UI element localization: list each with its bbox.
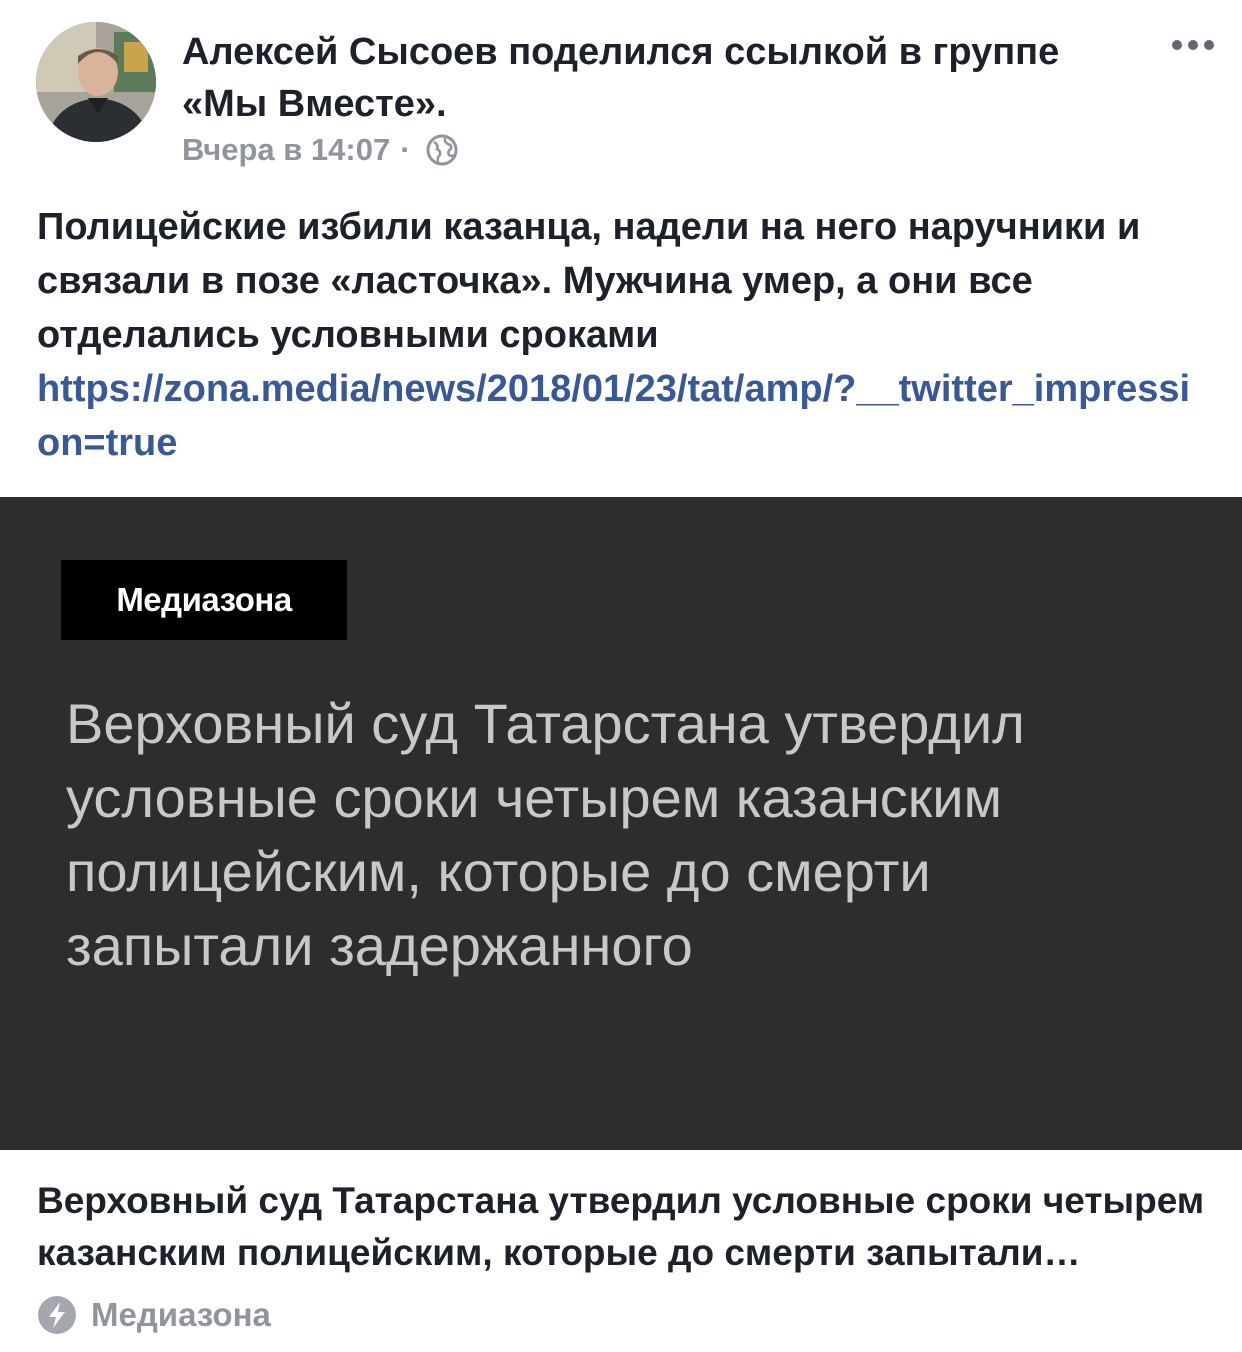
link-card-title[interactable]: Верховный суд Татарстана утвердил условн…	[37, 1175, 1207, 1279]
preview-headline: Верховный суд Татарстана утвердил условн…	[66, 692, 1025, 977]
meta-separator: ·	[400, 132, 411, 167]
post-meta: Вчера в 14:07 ·	[182, 128, 459, 172]
post-message: Полицейские избили казанца, надели на не…	[37, 206, 1141, 356]
link-preview-image[interactable]: Медиазона Верховный суд Татарстана утвер…	[0, 497, 1242, 1150]
lightning-bolt-icon	[38, 1296, 76, 1334]
mediazona-logo: Медиазона	[61, 560, 347, 640]
timestamp[interactable]: Вчера в 14:07	[182, 132, 390, 168]
more-options-icon[interactable]	[1172, 40, 1214, 50]
avatar[interactable]	[36, 22, 156, 142]
avatar-photo	[36, 22, 156, 142]
source-name: Медиазона	[91, 1296, 271, 1333]
globe-icon[interactable]	[425, 133, 459, 167]
post-link[interactable]: https://zona.media/news/2018/01/23/tat/a…	[37, 362, 1207, 470]
link-card-source[interactable]: Медиазона	[37, 1290, 271, 1340]
feed-post: Алексей Сысоев поделился ссылкой в групп…	[0, 0, 1242, 1352]
post-header[interactable]: Алексей Сысоев поделился ссылкой в групп…	[182, 26, 1102, 130]
post-body: Полицейские избили казанца, надели на не…	[37, 200, 1207, 470]
